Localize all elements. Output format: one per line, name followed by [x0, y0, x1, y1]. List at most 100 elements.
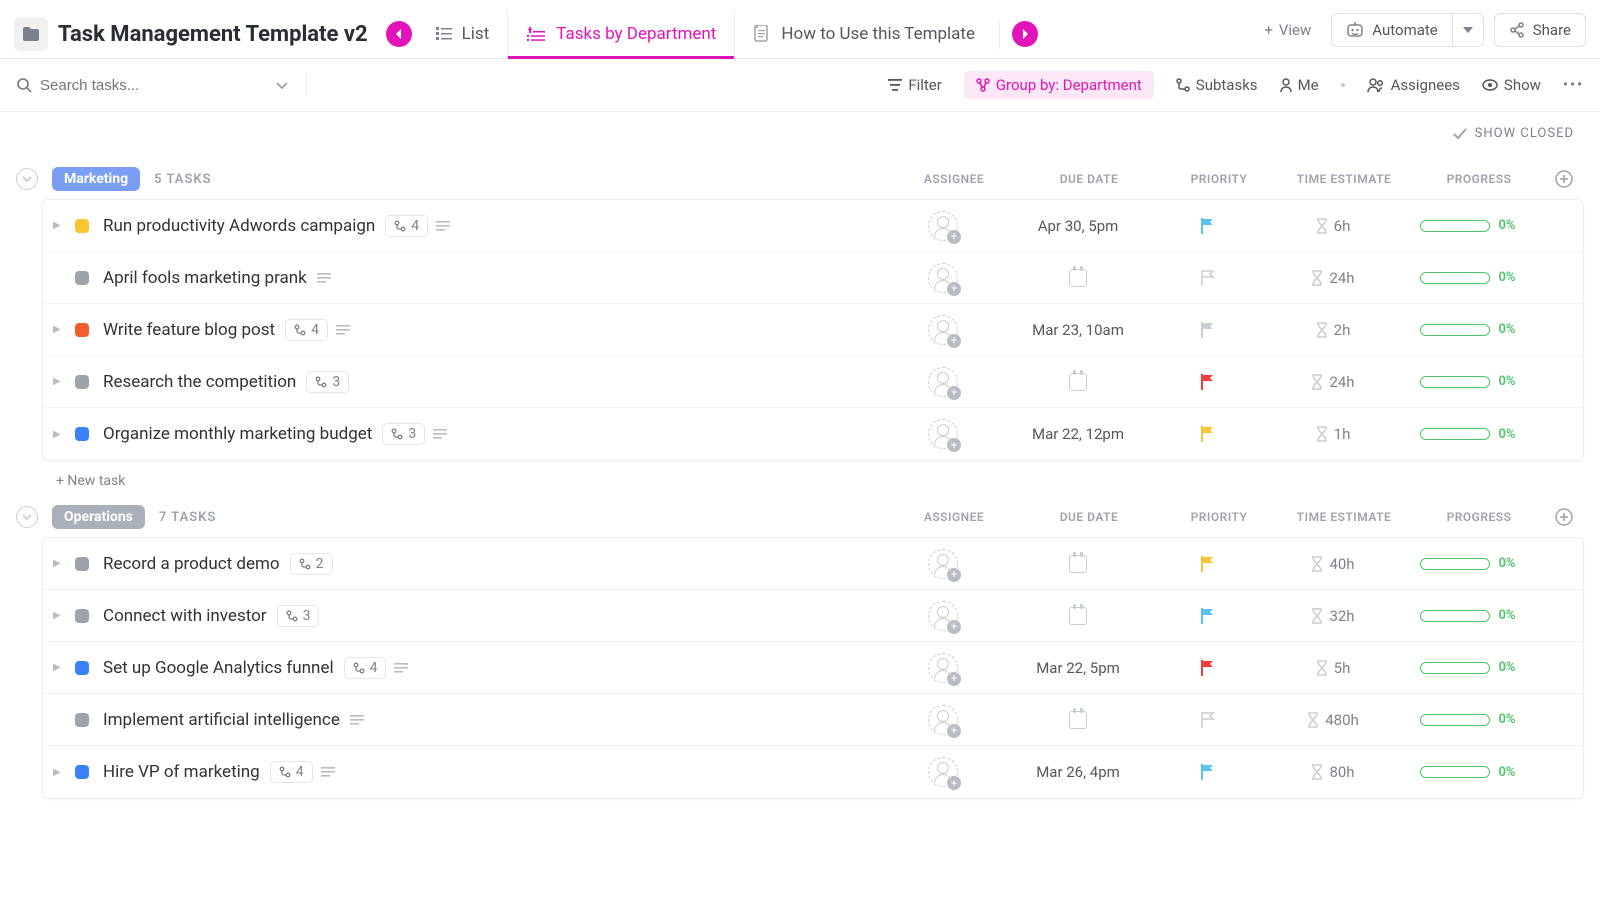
share-button[interactable]: Share: [1494, 13, 1586, 47]
subtask-badge[interactable]: 4: [285, 319, 328, 341]
progress-cell[interactable]: 0%: [1403, 608, 1533, 623]
expand-toggle[interactable]: ▶: [53, 429, 63, 440]
subtask-badge[interactable]: 3: [277, 605, 320, 627]
time-estimate-cell[interactable]: 40h: [1263, 555, 1403, 573]
col-time-estimate[interactable]: TIME ESTIMATE: [1274, 510, 1414, 524]
priority-cell[interactable]: [1153, 763, 1263, 781]
expand-toggle[interactable]: ▶: [53, 220, 63, 231]
status-square[interactable]: [75, 323, 89, 337]
progress-cell[interactable]: 0%: [1403, 270, 1533, 285]
progress-cell[interactable]: 0%: [1403, 556, 1533, 571]
priority-cell[interactable]: [1153, 321, 1263, 339]
subtask-badge[interactable]: 3: [306, 371, 349, 393]
add-view-button[interactable]: + View: [1254, 15, 1321, 45]
task-row[interactable]: ▶Hire VP of marketing4+Mar 26, 4pm80h0%: [43, 746, 1583, 798]
task-row[interactable]: ▶Research the competition3+24h0%: [43, 356, 1583, 408]
due-date-cell[interactable]: [1003, 555, 1153, 573]
assignee-cell[interactable]: +: [883, 757, 1003, 787]
subtasks-button[interactable]: Subtasks: [1176, 76, 1258, 94]
task-row[interactable]: ▶Run productivity Adwords campaign4+Apr …: [43, 200, 1583, 252]
col-due-date[interactable]: DUE DATE: [1014, 172, 1164, 186]
due-date-cell[interactable]: Mar 22, 12pm: [1003, 425, 1153, 443]
collapse-button[interactable]: [16, 506, 38, 528]
description-icon[interactable]: [350, 715, 364, 725]
description-icon[interactable]: [394, 663, 408, 673]
progress-cell[interactable]: 0%: [1403, 765, 1533, 780]
subtask-badge[interactable]: 2: [290, 553, 333, 575]
col-priority[interactable]: PRIORITY: [1164, 510, 1274, 524]
subtask-badge[interactable]: 4: [344, 657, 387, 679]
priority-cell[interactable]: [1153, 607, 1263, 625]
task-row[interactable]: April fools marketing prank+24h0%: [43, 252, 1583, 304]
status-square[interactable]: [75, 609, 89, 623]
task-row[interactable]: ▶Organize monthly marketing budget3+Mar …: [43, 408, 1583, 460]
col-assignee[interactable]: ASSIGNEE: [894, 172, 1014, 186]
folder-button[interactable]: [14, 17, 48, 51]
expand-toggle[interactable]: ▶: [53, 767, 63, 778]
progress-cell[interactable]: 0%: [1403, 374, 1533, 389]
nav-prev-button[interactable]: [386, 21, 412, 47]
group-chip[interactable]: Marketing: [52, 167, 140, 191]
time-estimate-cell[interactable]: 6h: [1263, 217, 1403, 235]
expand-toggle[interactable]: ▶: [53, 662, 63, 673]
due-date-cell[interactable]: [1003, 711, 1153, 729]
status-square[interactable]: [75, 557, 89, 571]
time-estimate-cell[interactable]: 1h: [1263, 425, 1403, 443]
description-icon[interactable]: [317, 273, 331, 283]
progress-cell[interactable]: 0%: [1403, 218, 1533, 233]
priority-cell[interactable]: [1153, 425, 1263, 443]
group-chip[interactable]: Operations: [52, 505, 145, 529]
tab-how-to-use[interactable]: How to Use this Template: [734, 10, 993, 58]
status-square[interactable]: [75, 427, 89, 441]
due-date-cell[interactable]: Mar 26, 4pm: [1003, 763, 1153, 781]
status-square[interactable]: [75, 271, 89, 285]
subtask-badge[interactable]: 4: [270, 761, 313, 783]
assignee-cell[interactable]: +: [883, 211, 1003, 241]
show-button[interactable]: Show: [1482, 76, 1541, 94]
status-square[interactable]: [75, 375, 89, 389]
time-estimate-cell[interactable]: 2h: [1263, 321, 1403, 339]
assignee-cell[interactable]: +: [883, 601, 1003, 631]
time-estimate-cell[interactable]: 5h: [1263, 659, 1403, 677]
task-row[interactable]: ▶Record a product demo2+40h0%: [43, 538, 1583, 590]
nav-next-button[interactable]: [1012, 21, 1038, 47]
more-button[interactable]: •••: [1563, 77, 1584, 93]
task-row[interactable]: ▶Write feature blog post4+Mar 23, 10am2h…: [43, 304, 1583, 356]
collapse-button[interactable]: [16, 168, 38, 190]
status-square[interactable]: [75, 219, 89, 233]
time-estimate-cell[interactable]: 80h: [1263, 763, 1403, 781]
subtask-badge[interactable]: 3: [382, 423, 425, 445]
automate-caret-button[interactable]: [1453, 13, 1484, 47]
assignee-cell[interactable]: +: [883, 367, 1003, 397]
description-icon[interactable]: [433, 429, 447, 439]
priority-cell[interactable]: [1153, 269, 1263, 287]
tab-tasks-by-department[interactable]: Tasks by Department: [507, 10, 734, 58]
col-assignee[interactable]: ASSIGNEE: [894, 510, 1014, 524]
new-task-button[interactable]: + New task: [16, 461, 1584, 489]
expand-toggle[interactable]: ▶: [53, 610, 63, 621]
status-square[interactable]: [75, 713, 89, 727]
search-input[interactable]: [40, 77, 240, 94]
priority-cell[interactable]: [1153, 659, 1263, 677]
add-column-button[interactable]: [1544, 508, 1584, 526]
status-square[interactable]: [75, 661, 89, 675]
priority-cell[interactable]: [1153, 373, 1263, 391]
col-due-date[interactable]: DUE DATE: [1014, 510, 1164, 524]
col-time-estimate[interactable]: TIME ESTIMATE: [1274, 172, 1414, 186]
col-progress[interactable]: PROGRESS: [1414, 510, 1544, 524]
add-column-button[interactable]: [1544, 170, 1584, 188]
due-date-cell[interactable]: [1003, 373, 1153, 391]
time-estimate-cell[interactable]: 480h: [1263, 711, 1403, 729]
due-date-cell[interactable]: Mar 23, 10am: [1003, 321, 1153, 339]
priority-cell[interactable]: [1153, 711, 1263, 729]
show-closed-button[interactable]: SHOW CLOSED: [1453, 126, 1574, 141]
expand-toggle[interactable]: ▶: [53, 324, 63, 335]
expand-toggle[interactable]: ▶: [53, 376, 63, 387]
progress-cell[interactable]: 0%: [1403, 427, 1533, 442]
assignee-cell[interactable]: +: [883, 549, 1003, 579]
description-icon[interactable]: [436, 221, 450, 231]
status-square[interactable]: [75, 765, 89, 779]
assignee-cell[interactable]: +: [883, 419, 1003, 449]
progress-cell[interactable]: 0%: [1403, 712, 1533, 727]
due-date-cell[interactable]: [1003, 607, 1153, 625]
